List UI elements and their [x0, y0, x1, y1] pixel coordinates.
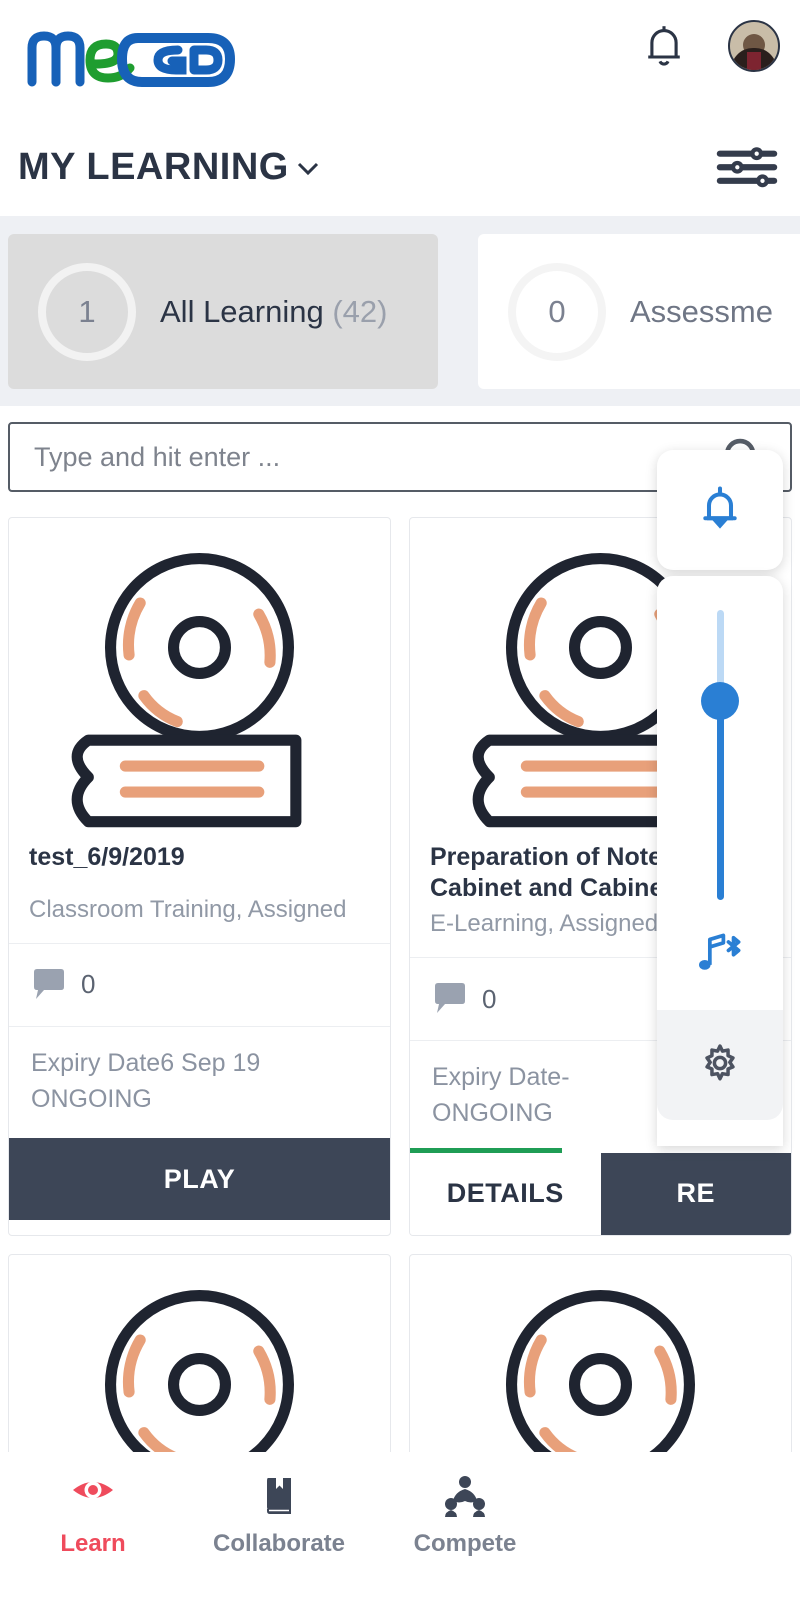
card-expiry: Expiry Date6 Sep 19 ONGOING — [9, 1027, 390, 1134]
media-output-button[interactable] — [657, 900, 783, 1010]
card-title: test_6/9/2019 — [29, 842, 185, 871]
nav-label: Compete — [413, 1530, 517, 1557]
slider-track-filled — [716, 700, 724, 900]
comment-count: 0 — [482, 983, 497, 1014]
play-button[interactable]: PLAY — [9, 1138, 390, 1221]
nav-label: Learn — [60, 1530, 126, 1557]
progress-bar — [410, 1147, 563, 1153]
learning-category-tabs[interactable]: 1 All Learning (42) 0 Assessme — [0, 216, 800, 406]
app-root: MY LEARNING 1 All Learning (42) 0 Assess… — [0, 0, 800, 1600]
people-group-icon — [443, 1474, 487, 1518]
negd-logo[interactable] — [18, 19, 258, 99]
search-input[interactable] — [34, 441, 720, 473]
tab-total-count: (42) — [332, 293, 388, 329]
volume-panel[interactable] — [657, 576, 783, 1146]
comment-icon — [31, 968, 67, 1002]
avatar-collar — [747, 52, 761, 70]
list-item[interactable]: test_6/9/2019 Classroom Training, Assign… — [8, 517, 391, 1236]
sliders-filter-icon[interactable] — [716, 144, 778, 190]
top-bar-actions — [642, 20, 780, 72]
tab-label-text: All Learning — [160, 293, 324, 329]
tab-label-text: Assessme — [630, 293, 773, 329]
ringer-mode-button[interactable] — [657, 450, 783, 570]
music-bluetooth-icon[interactable] — [694, 931, 746, 980]
page-title-text: MY LEARNING — [18, 145, 289, 188]
card-subtitle: Classroom Training, Assigned — [29, 895, 347, 923]
tab-label: Assessme — [630, 294, 773, 330]
page-title[interactable]: MY LEARNING — [18, 146, 323, 189]
tab-all-learning[interactable]: 1 All Learning (42) — [8, 234, 438, 389]
resume-button[interactable]: RE — [600, 1152, 791, 1235]
top-app-bar — [0, 0, 800, 118]
gear-icon[interactable] — [699, 1042, 741, 1089]
comment-count: 0 — [81, 969, 96, 1000]
progress-track — [410, 1147, 791, 1153]
progress-track — [9, 1133, 390, 1139]
nav-item-learn[interactable]: Learn — [0, 1474, 186, 1558]
card-comments[interactable]: 0 — [9, 942, 390, 1027]
eye-icon — [71, 1474, 115, 1518]
card-body: test_6/9/2019 Classroom Training, Assign… — [9, 518, 390, 943]
nav-item-compete[interactable]: Compete — [372, 1474, 558, 1558]
tab-count-ring: 0 — [508, 262, 606, 361]
book-icon — [257, 1474, 301, 1518]
cd-book-icon — [29, 552, 370, 841]
volume-slider[interactable] — [657, 610, 783, 900]
volume-settings-button[interactable] — [657, 1010, 783, 1120]
page-title-row: MY LEARNING — [0, 118, 800, 216]
nav-label: Collaborate — [212, 1530, 346, 1557]
card-actions: DETAILS RE — [410, 1152, 791, 1235]
status-badge: ONGOING — [31, 1084, 152, 1113]
bottom-navigation: Learn Collaborate Compete — [0, 1452, 800, 1600]
tab-count-ring: 1 — [38, 262, 136, 361]
nav-item-collaborate[interactable]: Collaborate — [186, 1474, 372, 1558]
tab-assessments[interactable]: 0 Assessme — [478, 234, 800, 389]
chevron-down-icon[interactable] — [293, 146, 323, 189]
comment-icon — [432, 982, 468, 1016]
card-actions: PLAY — [9, 1138, 390, 1221]
expiry-date: Expiry Date6 Sep 19 — [31, 1048, 261, 1077]
slider-knob[interactable] — [701, 682, 739, 720]
notification-bell-icon[interactable] — [698, 484, 742, 537]
avatar[interactable] — [728, 20, 780, 72]
details-button[interactable]: DETAILS — [410, 1152, 601, 1235]
tab-label: All Learning (42) — [160, 294, 387, 330]
system-volume-overlay[interactable] — [657, 450, 783, 1146]
bell-icon[interactable] — [642, 22, 686, 70]
